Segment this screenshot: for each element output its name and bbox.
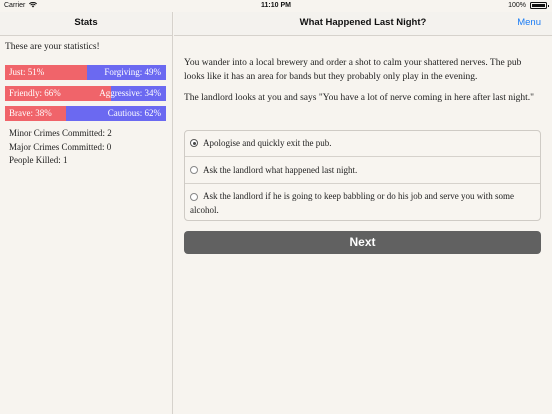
people-killed-count: People Killed: 1 xyxy=(9,155,68,165)
choice-option[interactable]: Apologise and quickly exit the pub. xyxy=(185,131,540,156)
clock: 11:10 PM xyxy=(261,2,291,9)
major-crimes-count: Major Crimes Committed: 0 xyxy=(9,141,112,152)
stats-intro: These are your statistics! xyxy=(5,42,100,52)
stat-bar-friendly-aggressive: Friendly: 66% Aggressive: 34% xyxy=(5,86,166,101)
story-panel: What Happened Last Night? Menu You wande… xyxy=(174,12,552,414)
choice-label: Ask the landlord what happened last nigh… xyxy=(203,165,358,175)
stat-bar-brave-cautious: Brave: 38% Cautious: 62% xyxy=(5,106,166,121)
minor-crimes-count: Minor Crimes Committed: 2 xyxy=(9,128,112,138)
choice-label: Ask the landlord if he is going to keep … xyxy=(190,191,514,215)
main-nav-bar: What Happened Last Night? Menu xyxy=(174,12,552,36)
battery-icon xyxy=(530,2,549,9)
stat-right-label: Cautious: 62% xyxy=(107,108,161,118)
choice-label: Apologise and quickly exit the pub. xyxy=(203,138,332,148)
stat-right-label: Forgiving: 49% xyxy=(104,67,161,77)
crime-counters: Minor Crimes Committed: 2 Major Crimes C… xyxy=(9,127,112,168)
story-paragraph: The landlord looks at you and says "You … xyxy=(184,93,535,103)
stat-left-label: Brave: 38% xyxy=(9,108,52,118)
battery-percent: 100% xyxy=(508,2,526,9)
stat-left-label: Just: 51% xyxy=(9,67,45,77)
status-bar: Carrier 11:10 PM 100% xyxy=(0,0,552,12)
sidebar-nav-bar: Stats xyxy=(0,12,172,36)
stat-left-label: Friendly: 66% xyxy=(9,88,61,98)
choice-option[interactable]: Ask the landlord if he is going to keep … xyxy=(185,183,540,221)
radio-button-icon[interactable] xyxy=(190,139,198,147)
sidebar-title: Stats xyxy=(74,17,98,28)
choice-option[interactable]: Ask the landlord what happened last nigh… xyxy=(185,156,540,183)
story-paragraph: You wander into a local brewery and orde… xyxy=(184,58,522,82)
choice-list: Apologise and quickly exit the pub. Ask … xyxy=(184,130,541,221)
next-button[interactable]: Next xyxy=(184,231,541,254)
page-title: What Happened Last Night? xyxy=(299,17,427,28)
story-text: You wander into a local brewery and orde… xyxy=(184,57,542,114)
stat-right-label: Aggressive: 34% xyxy=(99,88,161,98)
radio-button-icon[interactable] xyxy=(190,166,198,174)
stat-bar-just-forgiving: Just: 51% Forgiving: 49% xyxy=(5,65,166,80)
menu-button[interactable]: Menu xyxy=(517,17,541,28)
